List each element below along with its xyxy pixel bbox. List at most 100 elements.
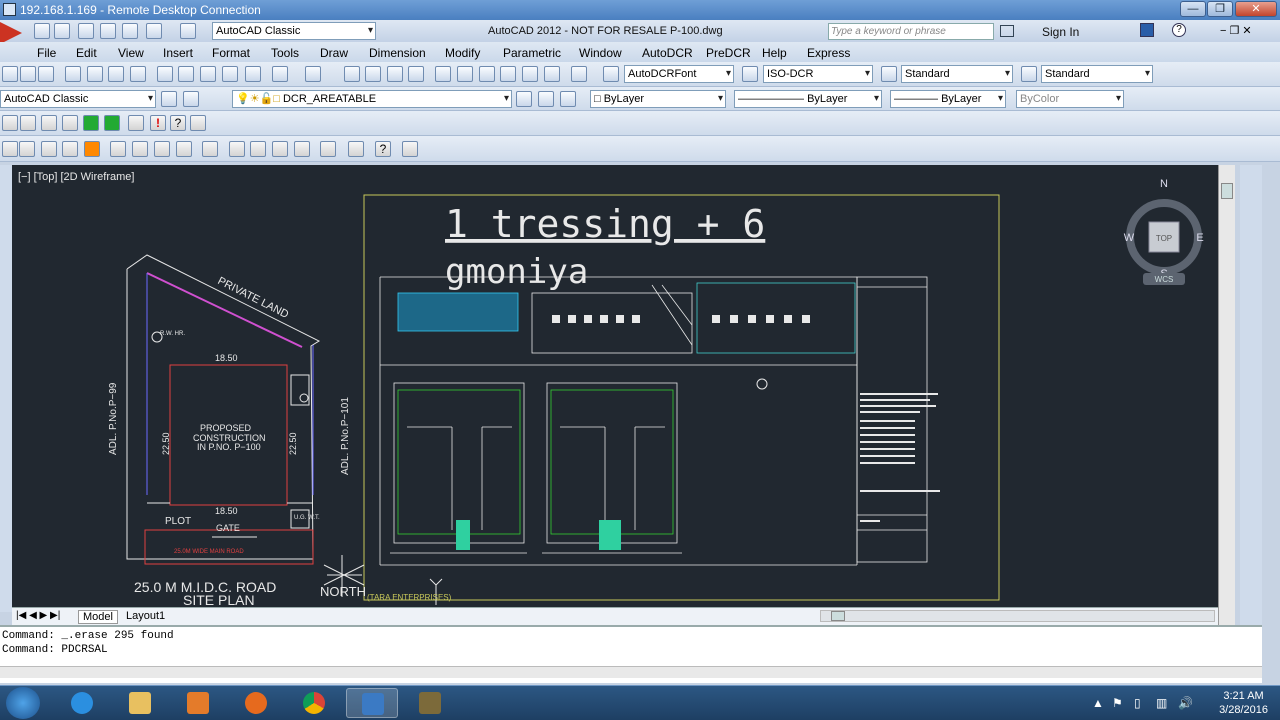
markup-icon[interactable] xyxy=(522,66,538,82)
rdp-minimize-button[interactable]: — xyxy=(1180,1,1206,17)
table-style-dropdown[interactable]: Standard xyxy=(901,65,1013,83)
open-icon[interactable] xyxy=(20,66,36,82)
menu-express[interactable]: Express xyxy=(807,46,850,60)
table-style-icon[interactable] xyxy=(881,66,897,82)
predcr-tool-8-icon[interactable] xyxy=(176,141,192,157)
predcr-tool-3-icon[interactable] xyxy=(41,141,57,157)
viewport-controls[interactable]: [−] [Top] [2D Wireframe] xyxy=(18,171,134,183)
sign-in-link[interactable]: Sign In xyxy=(1042,25,1079,39)
zoom-realtime-icon[interactable] xyxy=(365,66,381,82)
mleader-style-dropdown[interactable]: Standard xyxy=(1041,65,1153,83)
workspace-dropdown-2[interactable]: AutoCAD Classic xyxy=(0,90,156,108)
sheet-set-icon[interactable] xyxy=(500,66,516,82)
dim-style-icon[interactable] xyxy=(742,66,758,82)
network-icon[interactable]: ▥ xyxy=(1156,696,1167,710)
qat-open-icon[interactable] xyxy=(54,23,70,39)
zoom-previous-icon[interactable] xyxy=(408,66,424,82)
menu-dimension[interactable]: Dimension xyxy=(369,46,426,60)
drawing-canvas[interactable]: 1 tressing + 6 gmoniya PRIVATE LAND 18.5… xyxy=(12,165,1218,612)
taskbar-remote-desktop[interactable] xyxy=(346,688,398,718)
taskbar-explorer[interactable] xyxy=(114,688,166,718)
help-icon[interactable]: ? xyxy=(1172,23,1186,37)
menu-predcr[interactable]: PreDCR xyxy=(706,46,751,60)
publish-icon[interactable] xyxy=(108,66,124,82)
viewcube-top-face[interactable]: TOP xyxy=(1156,234,1172,243)
predcr-info-icon[interactable] xyxy=(402,141,418,157)
taskbar-chrome[interactable] xyxy=(288,688,340,718)
system-clock[interactable]: 3:21 AM 3/28/2016 xyxy=(1219,689,1268,717)
command-scrollbar[interactable] xyxy=(0,666,1262,678)
app-window-controls[interactable]: − ❐ ✕ xyxy=(1220,24,1252,37)
dcr-tool-3-icon[interactable] xyxy=(41,115,57,131)
menu-autodcr[interactable]: AutoDCR xyxy=(642,46,693,60)
3d-print-icon[interactable] xyxy=(130,66,146,82)
text-style-dropdown[interactable]: AutoDCRFont xyxy=(624,65,734,83)
layer-manager-icon[interactable] xyxy=(183,91,199,107)
mleader-style-icon[interactable] xyxy=(1021,66,1037,82)
qat-undo-icon[interactable] xyxy=(146,23,162,39)
dcr-tool-4-icon[interactable] xyxy=(62,115,78,131)
start-button[interactable] xyxy=(6,687,40,719)
dcr-tool-5-icon[interactable] xyxy=(128,115,144,131)
menu-help[interactable]: Help xyxy=(762,46,787,60)
plot-icon[interactable] xyxy=(65,66,81,82)
show-hidden-icons[interactable]: ▲ xyxy=(1092,696,1104,710)
match-properties-icon[interactable] xyxy=(222,66,238,82)
autocad-logo-icon[interactable] xyxy=(0,22,22,44)
warning-icon[interactable]: ! xyxy=(150,115,166,131)
viewcube-north[interactable]: N xyxy=(1160,178,1168,190)
tool-palettes-icon[interactable] xyxy=(479,66,495,82)
predcr-tool-10-icon[interactable] xyxy=(229,141,245,157)
new-icon[interactable] xyxy=(2,66,18,82)
tab-layout1[interactable]: Layout1 xyxy=(122,610,169,622)
save-icon[interactable] xyxy=(38,66,54,82)
layer-previous-icon[interactable] xyxy=(538,91,554,107)
viewcube-west[interactable]: W xyxy=(1124,232,1135,244)
menu-edit[interactable]: Edit xyxy=(76,46,97,60)
taskbar-firefox[interactable] xyxy=(230,688,282,718)
vertical-scrollbar[interactable] xyxy=(1218,165,1235,625)
menu-parametric[interactable]: Parametric xyxy=(503,46,561,60)
workspace-dropdown[interactable]: AutoCAD Classic xyxy=(212,22,376,40)
vertical-scroll-thumb[interactable] xyxy=(1221,183,1233,199)
layer-state-icon[interactable] xyxy=(560,91,576,107)
predcr-tool-7-icon[interactable] xyxy=(154,141,170,157)
predcr-tool-5-icon[interactable] xyxy=(110,141,126,157)
binoculars-icon[interactable] xyxy=(1000,25,1014,37)
predcr-tool-11-icon[interactable] xyxy=(250,141,266,157)
menu-draw[interactable]: Draw xyxy=(320,46,348,60)
qat-saveas-icon[interactable] xyxy=(100,23,116,39)
make-current-layer-icon[interactable] xyxy=(516,91,532,107)
rdp-restore-button[interactable]: ❐ xyxy=(1207,1,1233,17)
plotstyle-dropdown[interactable]: ByColor xyxy=(1016,90,1124,108)
linetype-dropdown[interactable]: —————— ByLayer xyxy=(734,90,882,108)
menu-file[interactable]: File xyxy=(37,46,56,60)
copy-icon[interactable] xyxy=(178,66,194,82)
predcr-tool-2-icon[interactable] xyxy=(19,141,35,157)
rss-icon[interactable] xyxy=(84,141,100,157)
predcr-tool-1-icon[interactable] xyxy=(2,141,18,157)
dcr-help-icon[interactable]: ? xyxy=(170,115,186,131)
viewcube[interactable]: TOP N S W E WCS xyxy=(1124,178,1204,285)
paste-icon[interactable] xyxy=(200,66,216,82)
cut-icon[interactable] xyxy=(157,66,173,82)
check-icon[interactable] xyxy=(83,115,99,131)
plot-preview-icon[interactable] xyxy=(87,66,103,82)
horizontal-scroll-thumb[interactable] xyxy=(831,611,845,621)
volume-icon[interactable]: 🔊 xyxy=(1178,696,1193,710)
predcr-help-icon[interactable]: ? xyxy=(375,141,391,157)
lineweight-dropdown[interactable]: ———— ByLayer xyxy=(890,90,1006,108)
qat-save-icon[interactable] xyxy=(78,23,94,39)
undo-icon[interactable] xyxy=(272,66,288,82)
battery-icon[interactable]: ▯ xyxy=(1134,696,1141,710)
dim-style-dropdown[interactable]: ISO-DCR xyxy=(763,65,873,83)
menu-modify[interactable]: Modify xyxy=(445,46,480,60)
dcr-tool-2-icon[interactable] xyxy=(20,115,36,131)
qat-redo-icon[interactable] xyxy=(180,23,196,39)
action-center-icon[interactable]: ⚑ xyxy=(1112,696,1123,710)
dcr-info-icon[interactable] xyxy=(190,115,206,131)
rdp-close-button[interactable]: ✕ xyxy=(1235,1,1277,17)
calculator-icon[interactable] xyxy=(544,66,560,82)
properties-icon[interactable] xyxy=(435,66,451,82)
left-tool-palette[interactable] xyxy=(0,165,12,612)
